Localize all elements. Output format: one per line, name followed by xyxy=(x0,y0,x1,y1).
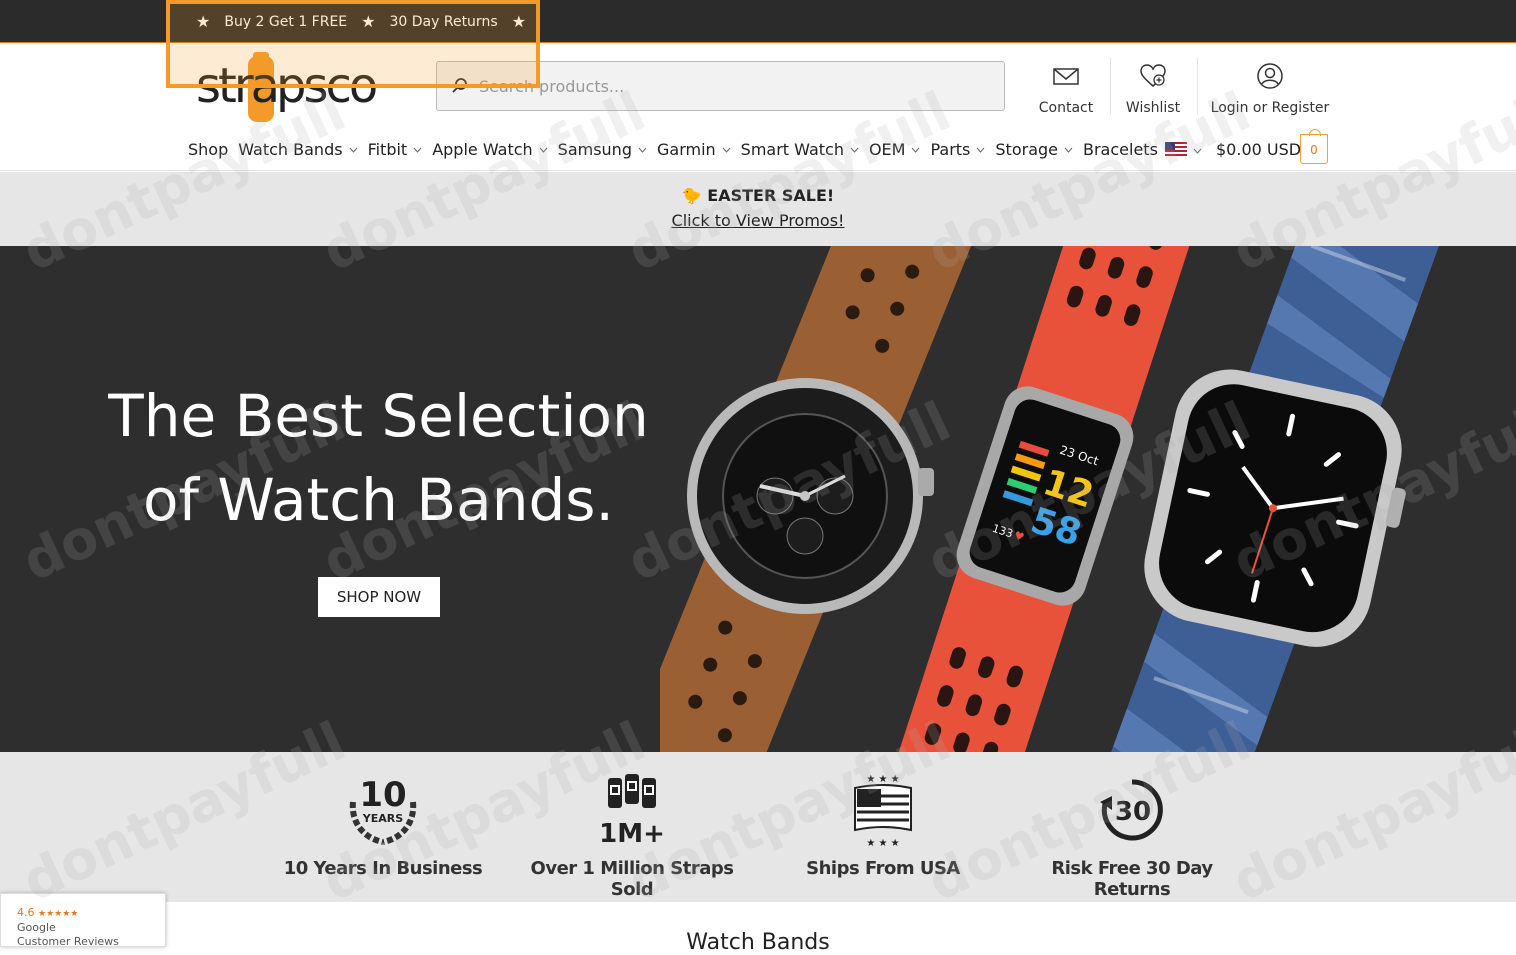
contact-link[interactable]: Contact xyxy=(1036,62,1096,116)
hero-title: The Best Selection of Watch Bands. xyxy=(100,374,657,542)
nav-label: Samsung xyxy=(557,140,632,159)
nav-label: Shop xyxy=(188,140,229,159)
promo-strip: ★ Buy 2 Get 1 FREE ★ 30 Day Returns ★ xyxy=(196,12,526,31)
nav-item-parts[interactable]: Parts xyxy=(930,140,985,159)
watch-bands-image: 23 Oct 12 58 133 ♥ xyxy=(660,246,1451,752)
strapsco-logo[interactable]: stra psco xyxy=(196,52,384,124)
returns-30-icon: 30 xyxy=(1100,779,1163,841)
feature-label: Risk Free 30 Day Returns xyxy=(1051,858,1213,900)
site-header: stra psco Contact Wishlist Log xyxy=(0,44,1516,171)
search-input[interactable] xyxy=(479,76,979,96)
search-bar[interactable] xyxy=(436,61,1005,111)
promos-link[interactable]: Click to View Promos! xyxy=(0,211,1516,230)
laurel-10-years-icon: 10 YEARS xyxy=(349,775,417,845)
nav-item-storage[interactable]: Storage xyxy=(995,140,1073,159)
user-icon xyxy=(1257,63,1283,89)
star-icon: ★ xyxy=(361,12,376,31)
years-number: 10 xyxy=(359,775,406,815)
nav-item-shop[interactable]: Shop xyxy=(188,140,228,159)
nav-label: Storage xyxy=(995,140,1058,159)
cart-total[interactable]: $0.00 USD xyxy=(1216,140,1301,159)
contact-label: Contact xyxy=(1038,100,1094,116)
nav-item-smart-watch[interactable]: Smart Watch xyxy=(741,140,859,159)
svg-text:psco: psco xyxy=(276,58,376,114)
google-rating-row: 4.6 ★★★★★ xyxy=(17,906,165,921)
chevron-down-icon xyxy=(349,147,357,153)
promo-30-day-returns: 30 Day Returns xyxy=(389,13,498,30)
nav-item-garmin[interactable]: Garmin xyxy=(657,140,731,159)
hero-banner: The Best Selection of Watch Bands. SHOP … xyxy=(0,246,1516,752)
nav-item-oem[interactable]: OEM xyxy=(869,140,921,159)
years-text: YEARS xyxy=(362,812,403,825)
straps-count: 1M+ xyxy=(599,819,665,848)
top-promo-bar: ★ Buy 2 Get 1 FREE ★ 30 Day Returns ★ xyxy=(0,0,1516,43)
usa-flag-icon: ★ ★ ★ ★ ★ ★ xyxy=(854,774,912,848)
google-reviews-badge[interactable]: 4.6 ★★★★★ Google Customer Reviews xyxy=(0,893,166,948)
main-nav: Shop Watch Bands Fitbit Apple Watch Sams… xyxy=(188,140,1168,159)
section-title: Watch Bands xyxy=(686,930,830,955)
feature-1m-straps: 1M+ Over 1 Million Straps Sold xyxy=(512,772,752,900)
svg-text:★ ★ ★: ★ ★ ★ xyxy=(866,774,899,785)
envelope-icon xyxy=(1053,68,1079,85)
shop-now-button[interactable]: SHOP NOW xyxy=(318,577,440,617)
nav-label: Smart Watch xyxy=(740,140,844,159)
straps-1m-icon: 1M+ xyxy=(599,774,665,848)
rating-stars-icon: ★★★★★ xyxy=(38,909,79,919)
feature-10-years: 10 YEARS 10 Years In Business xyxy=(263,772,503,879)
chevron-down-icon xyxy=(413,147,422,153)
nav-label: OEM xyxy=(868,140,906,159)
login-label: Login or Register xyxy=(1210,100,1330,116)
feature-label: Over 1 Million Straps Sold xyxy=(530,858,734,900)
features-band: 10 YEARS 10 Years In Business 1M+ Over 1… xyxy=(0,752,1516,902)
chevron-down-icon[interactable] xyxy=(1193,148,1202,154)
feature-label: 10 Years In Business xyxy=(283,858,483,879)
nav-label: Fitbit xyxy=(367,140,408,159)
nav-label: Parts xyxy=(930,140,971,159)
chevron-down-icon xyxy=(850,147,859,153)
nav-item-fitbit[interactable]: Fitbit xyxy=(368,140,423,159)
nav-label: Watch Bands xyxy=(238,140,343,159)
us-flag-icon[interactable] xyxy=(1165,142,1187,158)
nav-item-bracelets[interactable]: Bracelets xyxy=(1083,140,1158,159)
wishlist-label: Wishlist xyxy=(1125,100,1181,116)
feature-30-day-returns: 30 Risk Free 30 Day Returns xyxy=(1012,772,1252,900)
search-icon[interactable] xyxy=(451,77,469,95)
sale-title: 🐤 EASTER SALE! xyxy=(681,186,835,205)
svg-text:stra: stra xyxy=(196,58,277,114)
star-icon: ★ xyxy=(196,12,211,31)
returns-days: 30 xyxy=(1115,797,1151,827)
login-register-link[interactable]: Login or Register xyxy=(1210,62,1330,116)
chevron-down-icon xyxy=(977,147,985,153)
sale-banner: 🐤 EASTER SALE! Click to View Promos! xyxy=(0,172,1516,246)
chevron-down-icon xyxy=(1064,147,1073,153)
star-icon: ★ xyxy=(511,12,526,31)
chevron-down-icon xyxy=(722,147,731,153)
hero-title-line2: of Watch Bands. xyxy=(143,466,614,534)
rating-value: 4.6 xyxy=(17,906,35,919)
svg-text:★ ★ ★: ★ ★ ★ xyxy=(866,838,899,848)
chevron-down-icon xyxy=(912,147,920,153)
nav-item-apple-watch[interactable]: Apple Watch xyxy=(432,140,548,159)
header-divider xyxy=(1110,58,1111,114)
cart-icon[interactable]: 0 xyxy=(1300,129,1328,164)
heart-plus-icon xyxy=(1140,64,1166,87)
header-divider xyxy=(1197,58,1198,114)
wishlist-link[interactable]: Wishlist xyxy=(1122,62,1184,116)
hero-title-line1: The Best Selection xyxy=(108,382,649,450)
promo-buy2get1: Buy 2 Get 1 FREE xyxy=(224,13,348,30)
nav-item-watch-bands[interactable]: Watch Bands xyxy=(238,140,357,159)
feature-ships-usa: ★ ★ ★ ★ ★ ★ Ships From USA xyxy=(763,772,1003,879)
nav-item-samsung[interactable]: Samsung xyxy=(558,140,647,159)
chevron-down-icon xyxy=(638,147,647,153)
nav-label: Apple Watch xyxy=(432,140,533,159)
nav-label: Garmin xyxy=(656,140,716,159)
nav-label: Bracelets xyxy=(1083,140,1158,159)
feature-label: Ships From USA xyxy=(806,858,960,879)
google-brand: Google xyxy=(17,921,56,934)
chevron-down-icon xyxy=(539,147,548,153)
